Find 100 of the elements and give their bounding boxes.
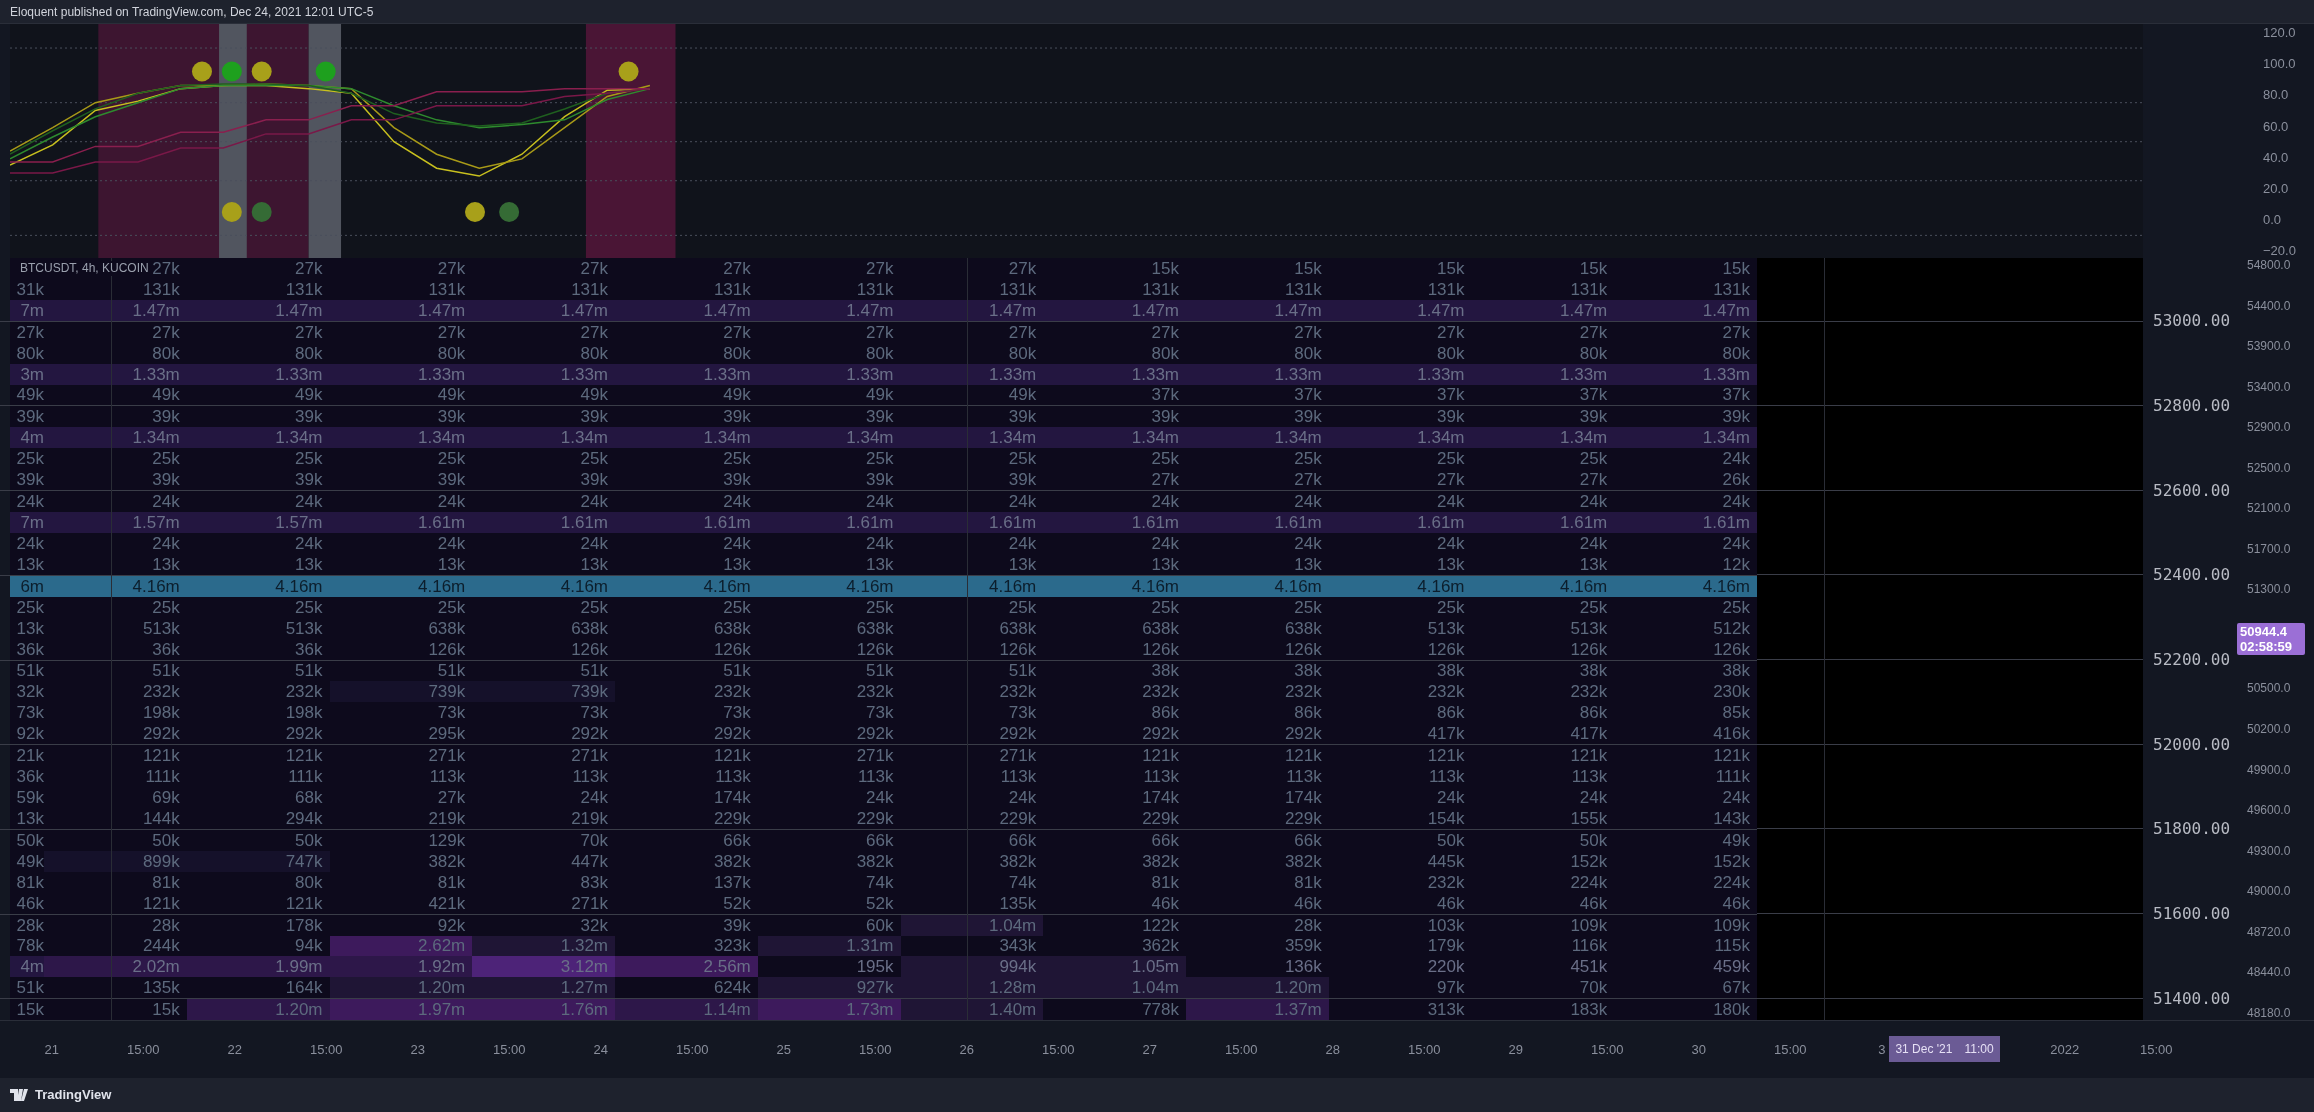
table-cell: 313k xyxy=(1427,1001,1465,1019)
table-cell: 31k xyxy=(16,280,44,298)
price-label: 51600.00 xyxy=(2152,905,2231,922)
table-cell: 198k xyxy=(142,704,180,722)
table-cell: 13k xyxy=(866,555,894,573)
table-cell: 81k xyxy=(1294,873,1322,891)
table-cell: 126k xyxy=(856,640,894,658)
table-cell: 1.47m xyxy=(1417,301,1465,319)
table-cell: 15k xyxy=(1294,259,1322,277)
table-cell: 25k xyxy=(1008,598,1037,616)
table-cell: 343k xyxy=(999,937,1037,955)
table-cell: 2.02m xyxy=(132,958,180,976)
price-label: 53400.0 xyxy=(2246,379,2292,394)
table-cell: 80k xyxy=(437,344,466,362)
table-cell: 638k xyxy=(1142,619,1179,637)
time-label: 15:00 xyxy=(1773,1040,1807,1059)
price-label: 51700.0 xyxy=(2246,541,2292,556)
table-cell: 451k xyxy=(1570,958,1608,976)
table-cell: 39k xyxy=(1294,408,1322,426)
table-cell: 198k xyxy=(285,704,323,722)
table-cell: 183k xyxy=(1570,1001,1608,1019)
table-cell: 174k xyxy=(713,789,751,806)
table-cell: 113k xyxy=(429,768,466,786)
table-cell: 25k xyxy=(16,450,44,468)
table-cell: 1.33m xyxy=(989,365,1037,383)
table-cell: 1.33m xyxy=(1274,365,1322,383)
table-cell: 60k xyxy=(866,916,894,934)
table-cell: 86k xyxy=(1151,704,1179,722)
table-cell: 1.47m xyxy=(275,301,323,319)
price-label: 49900.0 xyxy=(2246,762,2292,777)
table-cell: 27k xyxy=(437,323,466,341)
table-cell: 152k xyxy=(1713,852,1750,870)
table-cell: 49k xyxy=(295,386,323,404)
table-cell: 3.12m xyxy=(560,958,608,976)
table-cell: 180k xyxy=(1713,1001,1750,1019)
table-cell: 121k xyxy=(1142,747,1179,765)
table-cell: 86k xyxy=(1437,704,1465,722)
table-cell: 121k xyxy=(285,747,323,765)
table-cell: 86k xyxy=(1579,704,1608,722)
table-cell: 113k xyxy=(857,768,894,786)
table-cell: 24k xyxy=(1437,534,1465,552)
table-cell: 1.33m xyxy=(1131,365,1179,383)
table-cell: 39k xyxy=(437,471,466,489)
table-cell: 1.47m xyxy=(132,301,180,319)
table-cell: 13k xyxy=(437,555,466,573)
time-label: 25 xyxy=(776,1040,791,1059)
table-cell: 24k xyxy=(1294,493,1322,511)
table-cell: 111k xyxy=(145,768,180,786)
table-cell: 4.16m xyxy=(1131,577,1179,595)
table-cell: 15k xyxy=(1579,259,1608,277)
table-cell: 39k xyxy=(152,471,180,489)
table-cell: 24k xyxy=(1722,493,1750,511)
table-cell: 113k xyxy=(1428,768,1465,786)
table-cell: 39k xyxy=(723,408,751,426)
table-cell: 80k xyxy=(1008,344,1037,362)
table-cell: 513k xyxy=(142,619,180,637)
table-cell: 1.33m xyxy=(1417,365,1465,383)
table-cell: 292k xyxy=(1284,725,1322,743)
table-cell: 25k xyxy=(1294,450,1322,468)
table-cell: 27k xyxy=(437,789,466,806)
table-cell: 49k xyxy=(866,386,894,404)
table-cell: 27k xyxy=(866,323,894,341)
table-cell: 292k xyxy=(285,725,323,743)
table-cell: 52k xyxy=(723,894,751,912)
table-cell: 111k xyxy=(1715,768,1750,786)
table-cell: 382k xyxy=(1284,852,1322,870)
table-cell: 27k xyxy=(1437,323,1465,341)
table-cell: 232k xyxy=(713,683,751,701)
price-value: 50944.4 xyxy=(2240,623,2288,639)
table-cell: 25k xyxy=(1579,450,1608,468)
table-cell: 51k xyxy=(16,979,44,997)
table-cell: 292k xyxy=(571,725,608,743)
table-cell: 80k xyxy=(580,344,608,362)
table-cell: 39k xyxy=(1579,408,1608,426)
price-label: 53000.00 xyxy=(2152,313,2231,330)
table-cell: 59k xyxy=(16,789,44,806)
table-cell: 27k xyxy=(1437,471,1465,489)
table-cell: 66k xyxy=(1294,831,1322,849)
table-cell: 39k xyxy=(295,471,323,489)
table-cell: 232k xyxy=(999,683,1037,701)
table-cell: 86k xyxy=(1294,704,1322,722)
table-cell: 1.47m xyxy=(1274,301,1322,319)
table-cell: 81k xyxy=(1151,873,1179,891)
table-cell: 1.04m xyxy=(989,916,1037,934)
table-cell: 447k xyxy=(571,852,608,870)
table-cell: 80k xyxy=(723,344,751,362)
table-cell: 27k xyxy=(1722,323,1750,341)
table-cell: 24k xyxy=(1008,493,1037,511)
table-cell: 152k xyxy=(1570,852,1608,870)
logo-icon xyxy=(10,1089,30,1101)
table-cell: 4m xyxy=(20,429,44,447)
table-cell: 126k xyxy=(1142,640,1179,658)
table-cell: 271k xyxy=(999,747,1037,765)
table-cell: 94k xyxy=(295,937,323,955)
table-cell: 295k xyxy=(428,725,466,743)
axis-label: 0.0 xyxy=(2263,211,2282,229)
table-cell: 51k xyxy=(437,662,466,680)
table-cell: 27k xyxy=(437,259,466,277)
table-cell: 382k xyxy=(713,852,751,870)
table-cell: 2.62m xyxy=(418,937,466,955)
